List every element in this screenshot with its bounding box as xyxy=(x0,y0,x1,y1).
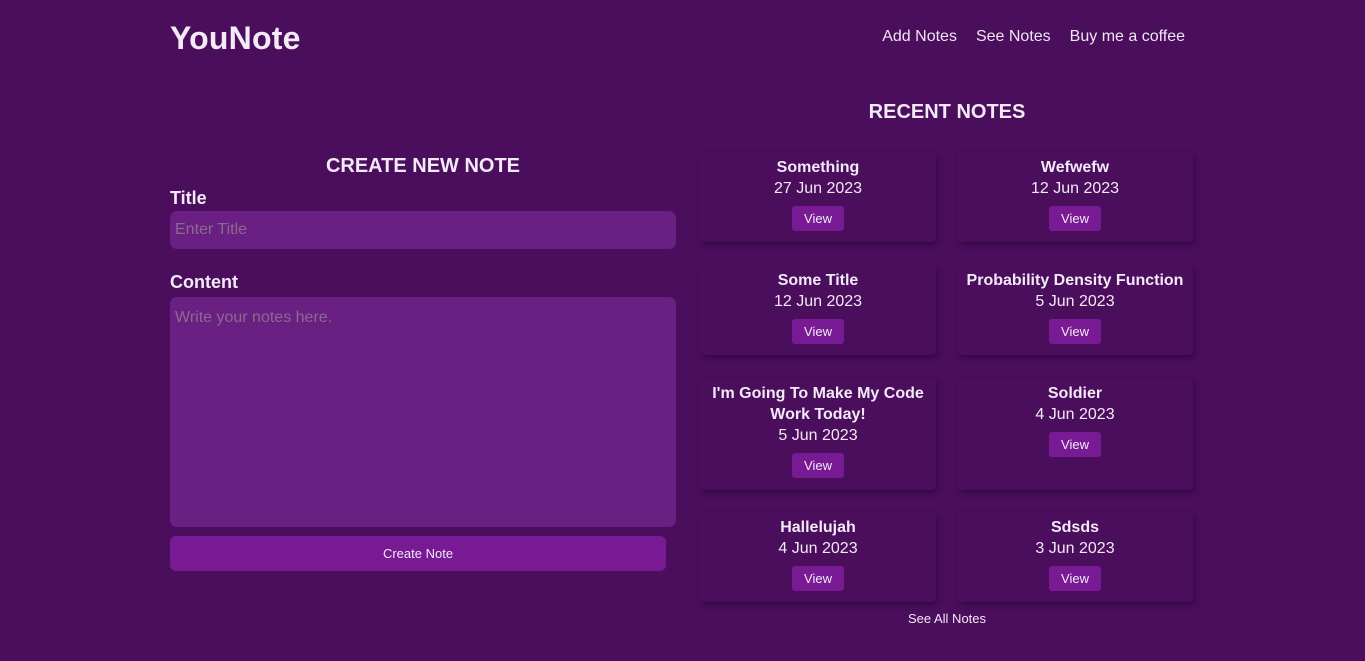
view-note-button[interactable]: View xyxy=(1049,566,1101,591)
note-date: 12 Jun 2023 xyxy=(773,293,863,310)
note-date: 12 Jun 2023 xyxy=(1030,180,1120,197)
note-card: Hallelujah 4 Jun 2023 View xyxy=(700,512,936,602)
recent-notes-heading: RECENT NOTES xyxy=(868,101,1026,123)
note-card: Wefwefw 12 Jun 2023 View xyxy=(957,152,1193,242)
note-date: 5 Jun 2023 xyxy=(778,427,858,444)
note-date: 5 Jun 2023 xyxy=(1035,293,1115,310)
content-textarea[interactable] xyxy=(170,297,676,527)
note-title: Wefwefw xyxy=(1040,159,1110,176)
note-date: 4 Jun 2023 xyxy=(778,540,858,557)
note-title: I'm Going To Make My Code Work Today! xyxy=(712,385,924,423)
note-card: Soldier 4 Jun 2023 View xyxy=(957,378,1193,490)
note-card: I'm Going To Make My Code Work Today! 5 … xyxy=(700,378,936,490)
view-note-button[interactable]: View xyxy=(792,319,844,344)
view-note-button[interactable]: View xyxy=(792,566,844,591)
view-note-button[interactable]: View xyxy=(1049,206,1101,231)
create-note-button[interactable]: Create Note xyxy=(170,536,666,571)
nav-see-notes[interactable]: See Notes xyxy=(976,28,1051,46)
note-date: 27 Jun 2023 xyxy=(773,180,863,197)
create-note-heading: CREATE NEW NOTE xyxy=(325,155,521,177)
note-card: Something 27 Jun 2023 View xyxy=(700,152,936,242)
note-date: 3 Jun 2023 xyxy=(1035,540,1115,557)
note-title: Sdsds xyxy=(1050,519,1099,536)
nav-buy-coffee[interactable]: Buy me a coffee xyxy=(1070,28,1185,46)
view-note-button[interactable]: View xyxy=(792,453,844,478)
note-title: Probability Density Function xyxy=(966,272,1184,289)
note-date: 4 Jun 2023 xyxy=(1035,406,1115,423)
nav-add-notes[interactable]: Add Notes xyxy=(882,28,957,46)
see-all-notes-link[interactable]: See All Notes xyxy=(700,611,1194,626)
title-input[interactable] xyxy=(170,211,676,249)
view-note-button[interactable]: View xyxy=(1049,432,1101,457)
logo[interactable]: YouNote xyxy=(170,20,301,57)
note-title: Hallelujah xyxy=(780,519,856,536)
note-card: Sdsds 3 Jun 2023 View xyxy=(957,512,1193,602)
view-note-button[interactable]: View xyxy=(1049,319,1101,344)
create-note-form: CREATE NEW NOTE Title Content Create Not… xyxy=(170,155,676,571)
note-card: Some Title 12 Jun 2023 View xyxy=(700,265,936,355)
note-title: Something xyxy=(776,159,860,176)
note-title: Soldier xyxy=(1047,385,1103,402)
content-label: Content xyxy=(170,272,238,292)
header: YouNote Add Notes See Notes Buy me a cof… xyxy=(170,18,1185,58)
note-title: Some Title xyxy=(777,272,859,289)
view-note-button[interactable]: View xyxy=(792,206,844,231)
note-card: Probability Density Function 5 Jun 2023 … xyxy=(957,265,1193,355)
main-nav: Add Notes See Notes Buy me a coffee xyxy=(882,28,1185,46)
title-label: Title xyxy=(170,188,207,208)
